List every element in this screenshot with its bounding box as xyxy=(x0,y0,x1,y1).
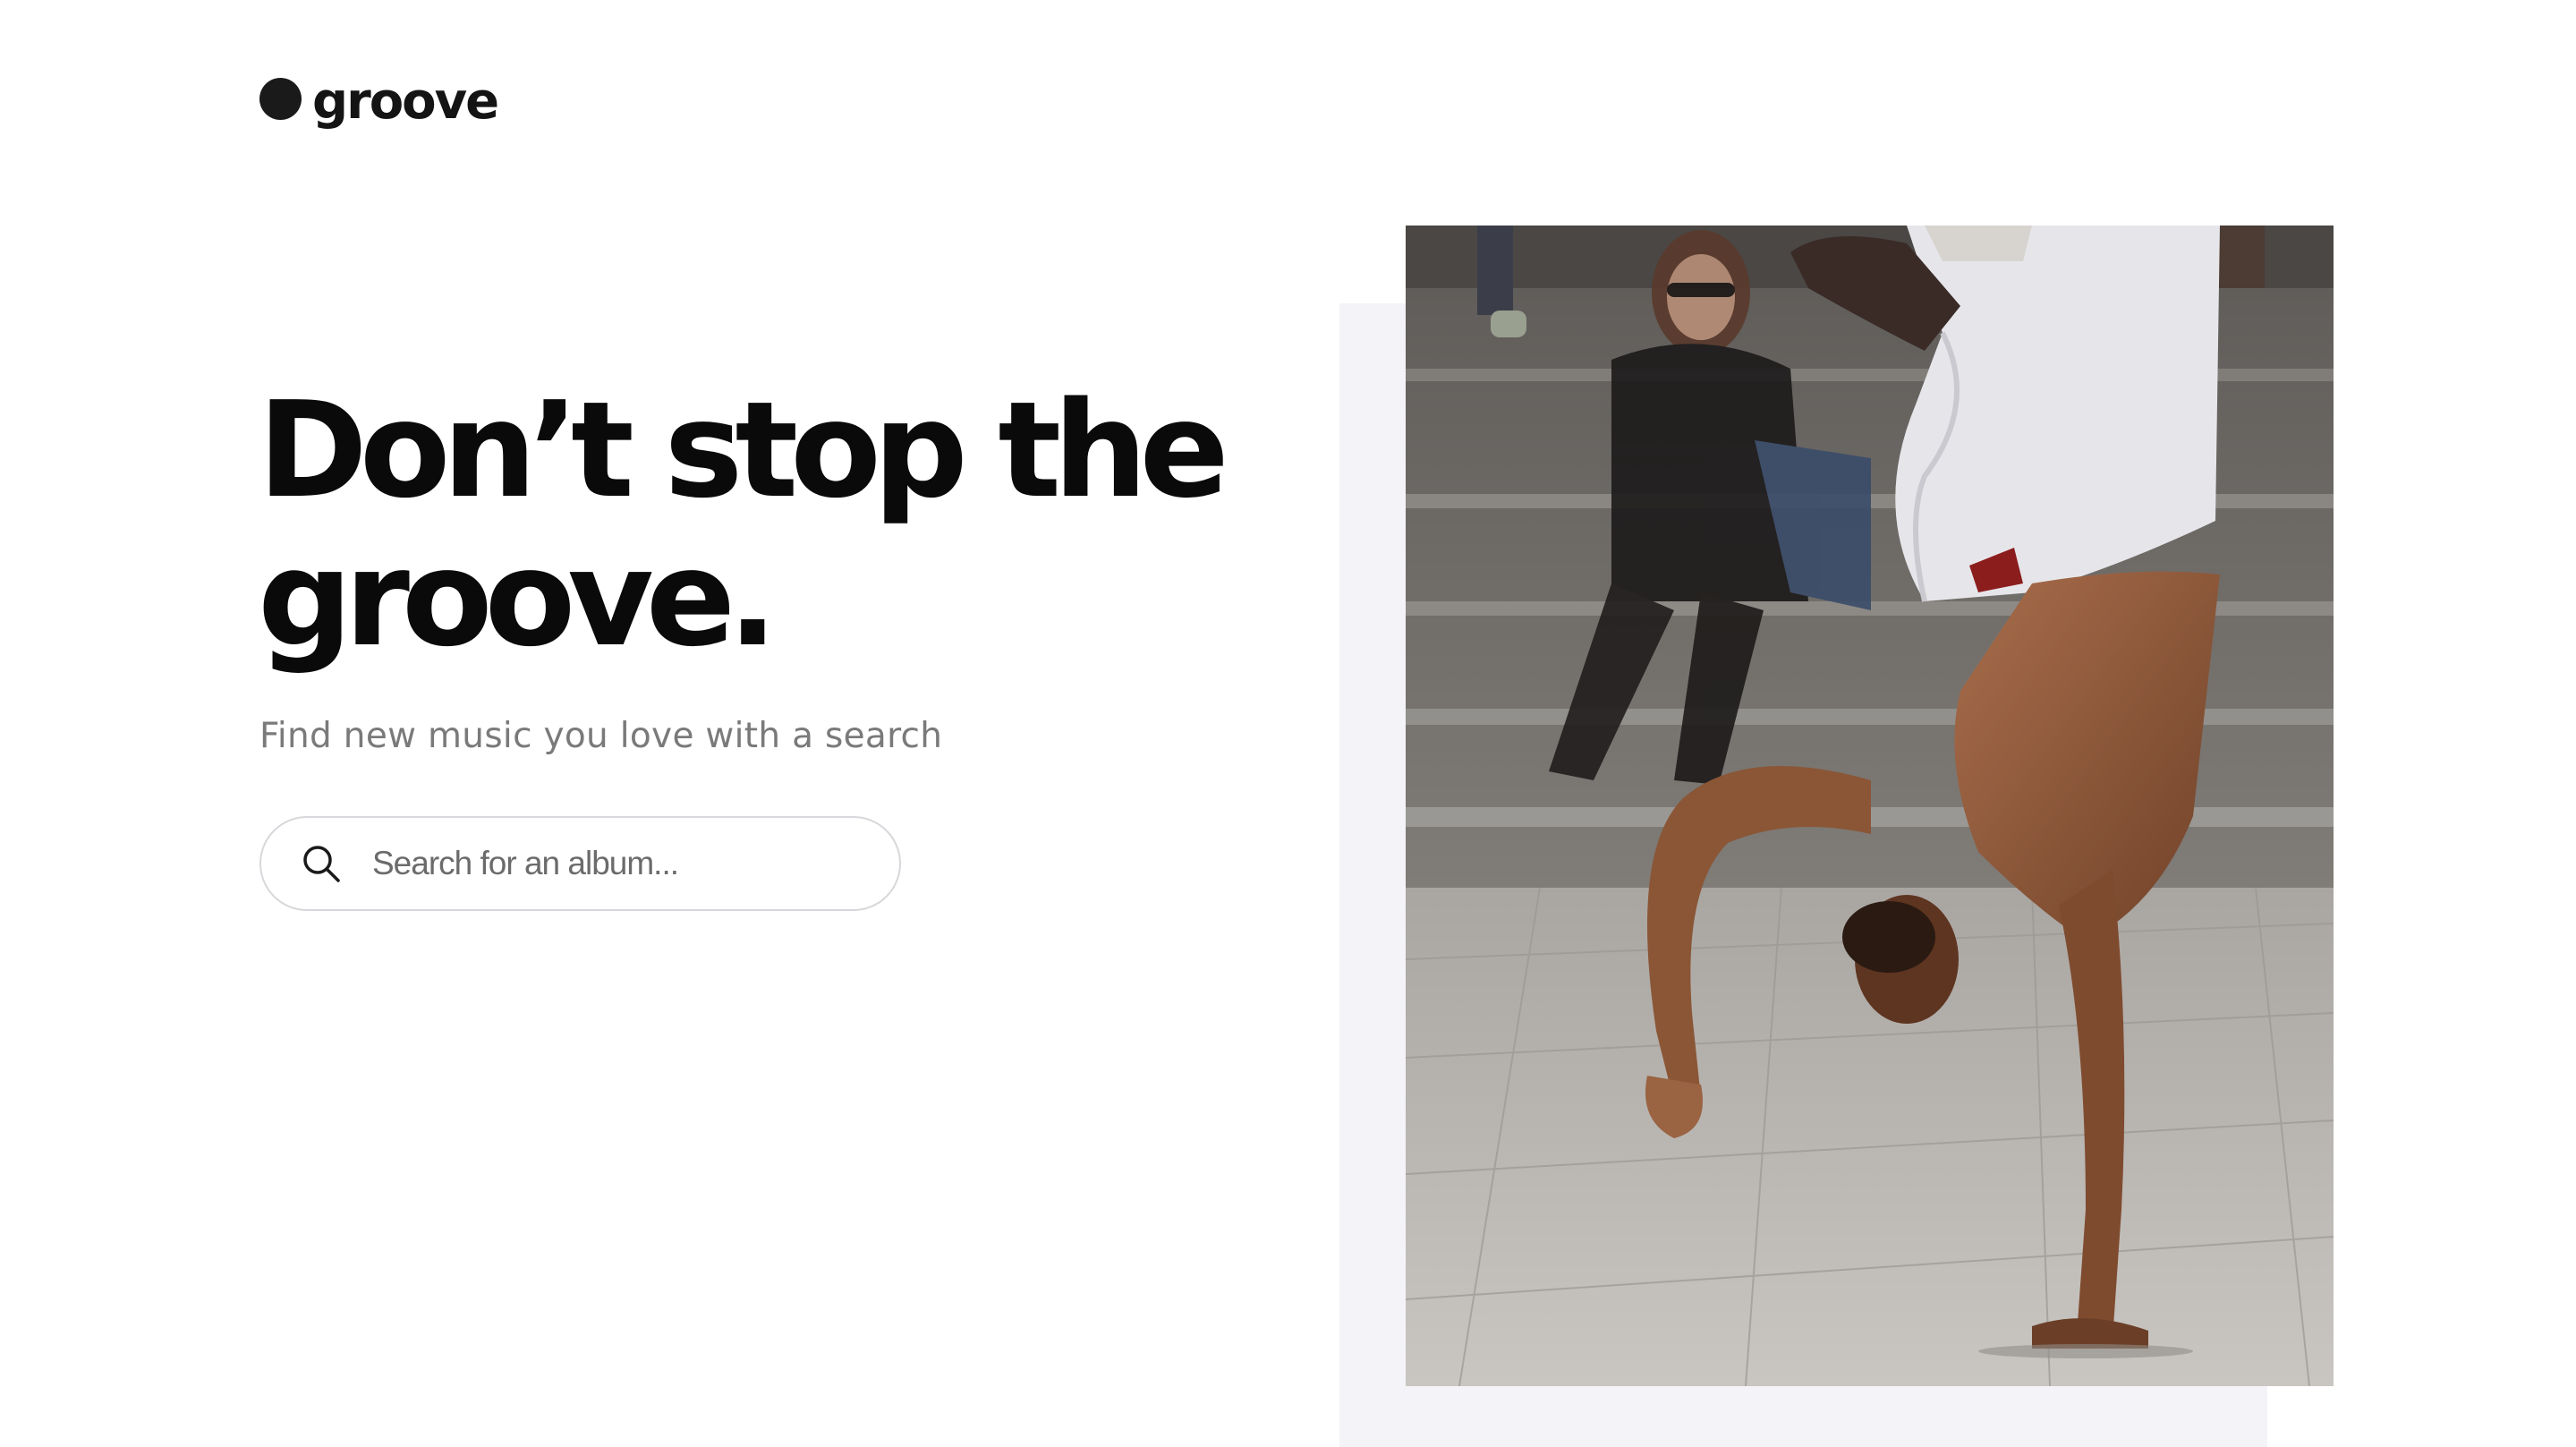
brand-logo[interactable]: groove xyxy=(259,73,499,127)
page: groove Don’t stop the groove. Find new m… xyxy=(0,0,2576,1447)
hero-headline: Don’t stop the groove. xyxy=(258,373,1229,676)
hero-headline-line-2: groove. xyxy=(258,522,778,676)
hero-headline-line-1: Don’t stop the xyxy=(258,373,1229,527)
search-icon[interactable] xyxy=(301,843,342,884)
album-search-box[interactable] xyxy=(259,816,901,911)
hero-subtitle: Find new music you love with a search xyxy=(259,716,943,756)
logo-dot-icon xyxy=(259,77,302,120)
hero-photo xyxy=(1406,226,2334,1386)
brand-name: groove xyxy=(312,72,499,131)
album-search-input[interactable] xyxy=(372,845,855,882)
breakdancer-photo-illustration xyxy=(1406,226,2334,1386)
